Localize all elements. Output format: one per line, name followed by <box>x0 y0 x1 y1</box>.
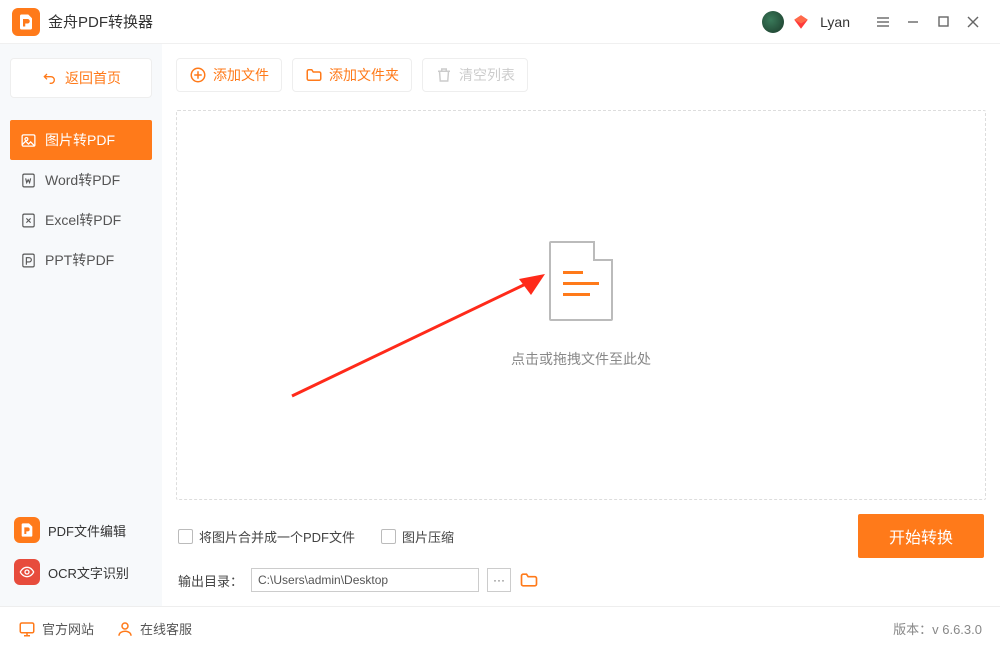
options-row: 将图片合并成一个PDF文件 图片压缩 开始转换 <box>176 500 986 568</box>
compress-checkbox[interactable]: 图片压缩 <box>381 527 454 546</box>
titlebar: 金舟PDF转换器 Lyan <box>0 0 1000 44</box>
output-label: 输出目录： <box>178 571 243 590</box>
add-folder-label: 添加文件夹 <box>329 65 399 85</box>
nav-word-to-pdf[interactable]: Word转PDF <box>10 160 152 200</box>
nav-label: 图片转PDF <box>45 130 115 150</box>
nav-ppt-to-pdf[interactable]: PPT转PDF <box>10 240 152 280</box>
output-row: 输出目录： C:\Users\admin\Desktop ··· <box>176 568 986 596</box>
merge-label: 将图片合并成一个PDF文件 <box>199 527 355 546</box>
maximize-button[interactable] <box>928 7 958 37</box>
compress-label: 图片压缩 <box>402 527 454 546</box>
open-folder-icon[interactable] <box>519 570 539 590</box>
browse-button[interactable]: ··· <box>487 568 511 592</box>
back-label: 返回首页 <box>65 68 121 88</box>
menu-button[interactable] <box>868 7 898 37</box>
tool-ocr[interactable]: OCR文字识别 <box>10 554 152 590</box>
app-title: 金舟PDF转换器 <box>48 11 153 32</box>
site-label: 官方网站 <box>42 619 94 638</box>
tool-label: OCR文字识别 <box>48 563 129 582</box>
output-path-field[interactable]: C:\Users\admin\Desktop <box>251 568 479 592</box>
nav-excel-to-pdf[interactable]: Excel转PDF <box>10 200 152 240</box>
toolbar: 添加文件 添加文件夹 清空列表 <box>176 58 986 92</box>
nav-label: Word转PDF <box>45 170 120 190</box>
nav-label: PPT转PDF <box>45 250 114 270</box>
add-folder-button[interactable]: 添加文件夹 <box>292 58 412 92</box>
app-logo-icon <box>12 8 40 36</box>
sidebar: 返回首页 图片转PDF Word转PDF Excel转PDF PPT转PDF P… <box>0 44 162 606</box>
checkbox-icon <box>381 529 396 544</box>
pdf-edit-icon <box>14 517 40 543</box>
tool-pdf-edit[interactable]: PDF文件编辑 <box>10 512 152 548</box>
support-link[interactable]: 在线客服 <box>116 619 192 638</box>
user-avatar[interactable] <box>762 11 784 33</box>
clear-label: 清空列表 <box>459 65 515 85</box>
nav-image-to-pdf[interactable]: 图片转PDF <box>10 120 152 160</box>
close-button[interactable] <box>958 7 988 37</box>
annotation-arrow-icon <box>287 271 547 401</box>
username[interactable]: Lyan <box>820 14 850 30</box>
main-panel: 添加文件 添加文件夹 清空列表 点击或拖拽文件至此处 <box>162 44 1000 606</box>
clear-list-button[interactable]: 清空列表 <box>422 58 528 92</box>
file-icon <box>549 241 613 321</box>
vip-icon <box>792 13 810 31</box>
official-site-link[interactable]: 官方网站 <box>18 619 94 638</box>
minimize-button[interactable] <box>898 7 928 37</box>
merge-checkbox[interactable]: 将图片合并成一个PDF文件 <box>178 527 355 546</box>
dropzone[interactable]: 点击或拖拽文件至此处 <box>176 110 986 500</box>
footer: 官方网站 在线客服 版本：v 6.6.3.0 <box>0 606 1000 650</box>
nav-label: Excel转PDF <box>45 210 121 230</box>
tool-label: PDF文件编辑 <box>48 521 126 540</box>
convert-button[interactable]: 开始转换 <box>858 514 984 558</box>
add-file-button[interactable]: 添加文件 <box>176 58 282 92</box>
checkbox-icon <box>178 529 193 544</box>
dropzone-hint: 点击或拖拽文件至此处 <box>511 349 651 369</box>
ocr-icon <box>14 559 40 585</box>
version-label: 版本：v 6.6.3.0 <box>893 619 982 638</box>
back-button[interactable]: 返回首页 <box>10 58 152 98</box>
add-file-label: 添加文件 <box>213 65 269 85</box>
support-label: 在线客服 <box>140 619 192 638</box>
